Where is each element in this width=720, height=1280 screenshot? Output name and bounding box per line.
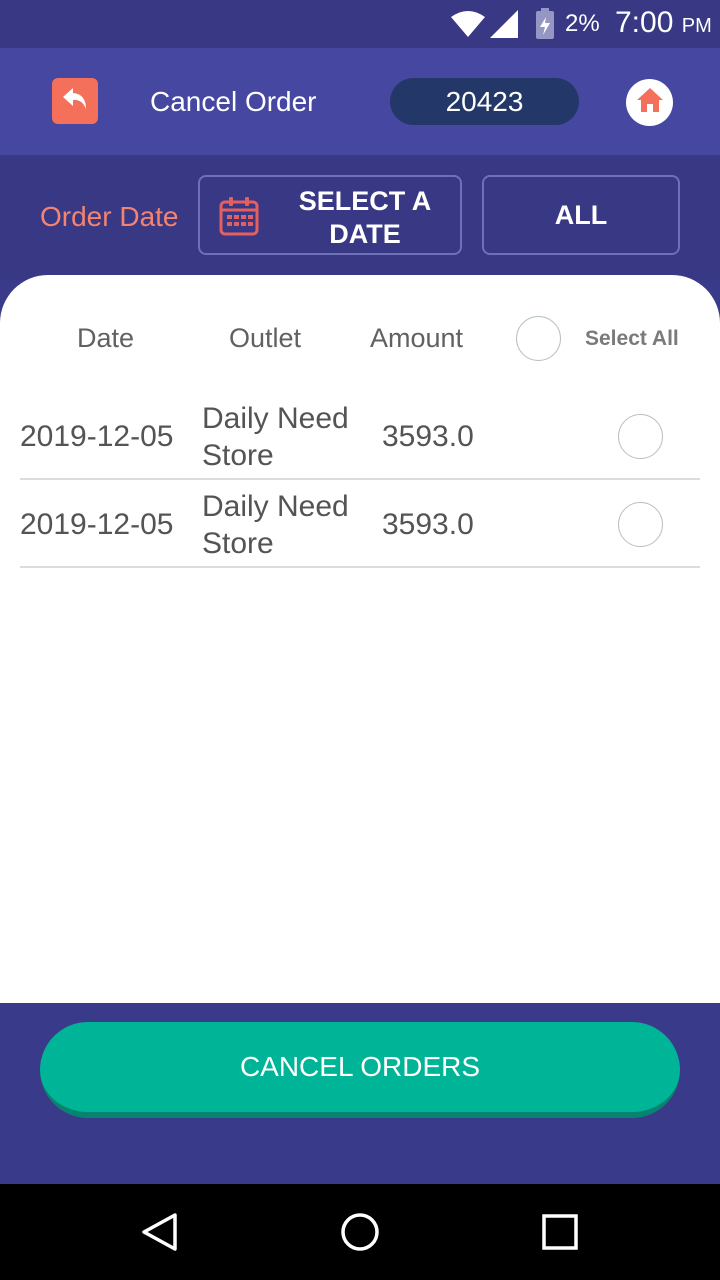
- column-header-amount: Amount: [370, 323, 464, 353]
- select-all-label: Select All: [585, 327, 679, 350]
- recents-nav-icon[interactable]: [542, 1212, 578, 1257]
- battery-percentage: 2%: [565, 10, 600, 37]
- row-outlet-line2: Store: [202, 527, 274, 560]
- app-header: Cancel Order 20423: [0, 48, 720, 155]
- page-title: Cancel Order: [150, 86, 317, 117]
- back-button[interactable]: [52, 78, 98, 124]
- column-header-date: Date: [77, 323, 135, 353]
- select-date-label: SELECT A DATE: [298, 186, 432, 249]
- navigation-bar: [0, 1184, 720, 1280]
- all-button[interactable]: ALL: [482, 175, 680, 255]
- row-date: 2019-12-05: [20, 508, 174, 541]
- orders-card: Date Outlet Amount Select All 2019-12-05…: [0, 275, 720, 1003]
- column-header-outlet: Outlet: [229, 323, 302, 353]
- row-outlet-line1: Daily Need: [202, 402, 349, 435]
- row-amount: 3593.0: [382, 508, 474, 541]
- cell-signal-icon: [490, 10, 520, 43]
- row-amount: 3593.0: [382, 420, 474, 453]
- clock: 7:00 PM: [615, 6, 712, 40]
- row-date: 2019-12-05: [20, 420, 174, 453]
- clock-ampm: PM: [681, 15, 712, 37]
- row-outlet: Daily Need Store: [202, 488, 349, 562]
- home-icon: [636, 87, 664, 118]
- select-date-button[interactable]: SELECT A DATE: [198, 175, 462, 255]
- order-id-badge: 20423: [390, 78, 579, 125]
- calendar-icon: [218, 195, 260, 242]
- back-nav-icon[interactable]: [140, 1212, 180, 1257]
- cancel-orders-button[interactable]: CANCEL ORDERS: [40, 1022, 680, 1118]
- wifi-icon: [450, 10, 486, 43]
- row-select-radio[interactable]: [618, 502, 663, 547]
- status-bar: 2% 7:00 PM: [0, 0, 720, 48]
- row-select-radio[interactable]: [618, 414, 663, 459]
- battery-icon: [535, 8, 555, 45]
- table-row: 2019-12-05 Daily Need Store 3593.0: [20, 480, 700, 568]
- home-nav-icon[interactable]: [340, 1212, 380, 1257]
- select-all-radio[interactable]: [516, 316, 561, 361]
- home-button[interactable]: [626, 79, 673, 126]
- order-date-label: Order Date: [40, 201, 179, 232]
- row-outlet-line2: Store: [202, 439, 274, 472]
- row-outlet: Daily Need Store: [202, 400, 349, 474]
- back-arrow-icon: [60, 85, 90, 118]
- filter-bar: Order Date SELECT A DATE ALL: [0, 155, 720, 280]
- clock-time: 7:00: [615, 6, 674, 39]
- row-outlet-line1: Daily Need: [202, 490, 349, 523]
- table-row: 2019-12-05 Daily Need Store 3593.0: [20, 392, 700, 480]
